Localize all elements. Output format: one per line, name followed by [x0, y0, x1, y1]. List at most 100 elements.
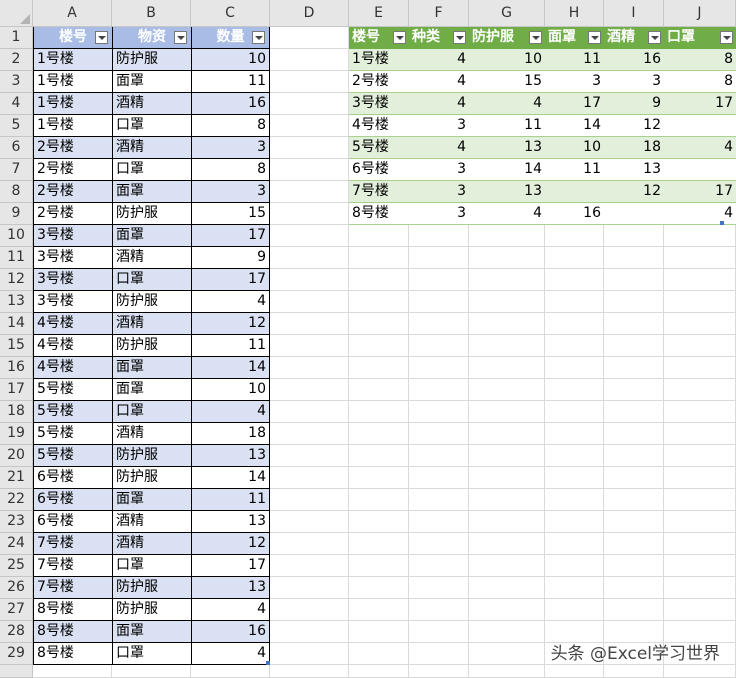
- table1-cell[interactable]: 酒精: [112, 423, 191, 445]
- grid-cell[interactable]: [409, 313, 469, 335]
- table2-cell[interactable]: 17: [664, 93, 736, 115]
- grid-cell[interactable]: [604, 313, 664, 335]
- row-header-5[interactable]: 5: [0, 115, 33, 137]
- table2-cell[interactable]: 16: [545, 203, 604, 225]
- table1-cell[interactable]: 口罩: [112, 555, 191, 577]
- table1-cell[interactable]: 7号楼: [33, 555, 112, 577]
- grid-cell[interactable]: [545, 401, 604, 423]
- table2-cell[interactable]: 3号楼: [349, 93, 409, 115]
- grid-cell[interactable]: [664, 335, 736, 357]
- table1-cell[interactable]: 11: [191, 489, 270, 511]
- table2-cell[interactable]: 12: [604, 181, 664, 203]
- grid-cell[interactable]: [349, 313, 409, 335]
- filter-dropdown-icon[interactable]: [588, 31, 601, 44]
- table2-cell[interactable]: 4: [409, 49, 469, 71]
- grid-cell[interactable]: [469, 335, 545, 357]
- table2-cell[interactable]: 10: [545, 137, 604, 159]
- table2-cell[interactable]: 8: [664, 71, 736, 93]
- table2-cell[interactable]: 3: [409, 159, 469, 181]
- grid-cell[interactable]: [664, 577, 736, 599]
- grid-cell[interactable]: [349, 467, 409, 489]
- grid-cell[interactable]: [664, 291, 736, 313]
- grid-cell[interactable]: [604, 555, 664, 577]
- row-header-8[interactable]: 8: [0, 181, 33, 203]
- grid-cell[interactable]: [664, 247, 736, 269]
- row-header-1[interactable]: 1: [0, 27, 33, 49]
- grid-cell[interactable]: [469, 401, 545, 423]
- row-header-28[interactable]: 28: [0, 621, 33, 643]
- grid-cell[interactable]: [270, 423, 349, 445]
- row-header-12[interactable]: 12: [0, 269, 33, 291]
- grid-cell[interactable]: [604, 511, 664, 533]
- table1-cell[interactable]: 防护服: [112, 49, 191, 71]
- grid-cell[interactable]: [270, 379, 349, 401]
- table1-cell[interactable]: 9: [191, 247, 270, 269]
- grid-cell[interactable]: [545, 467, 604, 489]
- grid-cell[interactable]: [270, 643, 349, 665]
- table1-resize-handle[interactable]: [266, 661, 270, 665]
- row-header-24[interactable]: 24: [0, 533, 33, 555]
- table1-cell[interactable]: 6号楼: [33, 511, 112, 533]
- grid-cell[interactable]: [545, 577, 604, 599]
- table1-cell[interactable]: 11: [191, 71, 270, 93]
- grid-cell[interactable]: [469, 643, 545, 665]
- table2-cell[interactable]: 3: [409, 181, 469, 203]
- column-header-b[interactable]: B: [112, 0, 191, 27]
- grid-cell[interactable]: [409, 665, 469, 678]
- table1-cell[interactable]: 面罩: [112, 379, 191, 401]
- grid-cell[interactable]: [469, 511, 545, 533]
- grid-cell[interactable]: [469, 665, 545, 678]
- grid-cell[interactable]: [191, 665, 270, 678]
- table1-cell[interactable]: 13: [191, 511, 270, 533]
- table2-cell[interactable]: 17: [545, 93, 604, 115]
- grid-cell[interactable]: [604, 225, 664, 247]
- grid-cell[interactable]: [604, 489, 664, 511]
- grid-cell[interactable]: [469, 291, 545, 313]
- row-header-7[interactable]: 7: [0, 159, 33, 181]
- grid-cell[interactable]: [349, 401, 409, 423]
- table1-cell[interactable]: 14: [191, 357, 270, 379]
- table1-cell[interactable]: 2号楼: [33, 137, 112, 159]
- table1-cell[interactable]: 10: [191, 379, 270, 401]
- row-header-29[interactable]: 29: [0, 643, 33, 665]
- grid-cell[interactable]: [545, 665, 604, 678]
- filter-dropdown-icon[interactable]: [648, 31, 661, 44]
- grid-cell[interactable]: [604, 577, 664, 599]
- grid-cell[interactable]: [469, 599, 545, 621]
- table2-cell[interactable]: 4: [409, 71, 469, 93]
- grid-cell[interactable]: [270, 159, 349, 181]
- row-header-14[interactable]: 14: [0, 313, 33, 335]
- table2-cell[interactable]: 14: [469, 159, 545, 181]
- grid-cell[interactable]: [270, 467, 349, 489]
- grid-cell[interactable]: [604, 423, 664, 445]
- table1-cell[interactable]: 8: [191, 159, 270, 181]
- table2-cell[interactable]: 10: [469, 49, 545, 71]
- table1-cell[interactable]: 5号楼: [33, 423, 112, 445]
- table2-cell[interactable]: 5号楼: [349, 137, 409, 159]
- table1-cell[interactable]: 面罩: [112, 489, 191, 511]
- column-header-f[interactable]: F: [409, 0, 469, 27]
- grid-cell[interactable]: [545, 291, 604, 313]
- table1-cell[interactable]: 8号楼: [33, 643, 112, 665]
- table2-cell[interactable]: 1号楼: [349, 49, 409, 71]
- table1-cell[interactable]: 2号楼: [33, 159, 112, 181]
- grid-cell[interactable]: [545, 225, 604, 247]
- table2-cell[interactable]: 3: [409, 115, 469, 137]
- table1-cell[interactable]: 防护服: [112, 335, 191, 357]
- grid-cell[interactable]: [545, 423, 604, 445]
- grid-cell[interactable]: [545, 489, 604, 511]
- table2-cell[interactable]: 11: [545, 159, 604, 181]
- grid-cell[interactable]: [270, 599, 349, 621]
- grid-cell[interactable]: [409, 621, 469, 643]
- table1-cell[interactable]: 面罩: [112, 71, 191, 93]
- grid-cell[interactable]: [545, 269, 604, 291]
- row-header-2[interactable]: 2: [0, 49, 33, 71]
- grid-cell[interactable]: [409, 489, 469, 511]
- table1-cell[interactable]: 17: [191, 225, 270, 247]
- grid-cell[interactable]: [349, 489, 409, 511]
- table1-cell[interactable]: 4: [191, 291, 270, 313]
- filter-dropdown-icon[interactable]: [95, 31, 108, 44]
- grid-cell[interactable]: [409, 533, 469, 555]
- table1-cell[interactable]: 2号楼: [33, 203, 112, 225]
- grid-cell[interactable]: [270, 401, 349, 423]
